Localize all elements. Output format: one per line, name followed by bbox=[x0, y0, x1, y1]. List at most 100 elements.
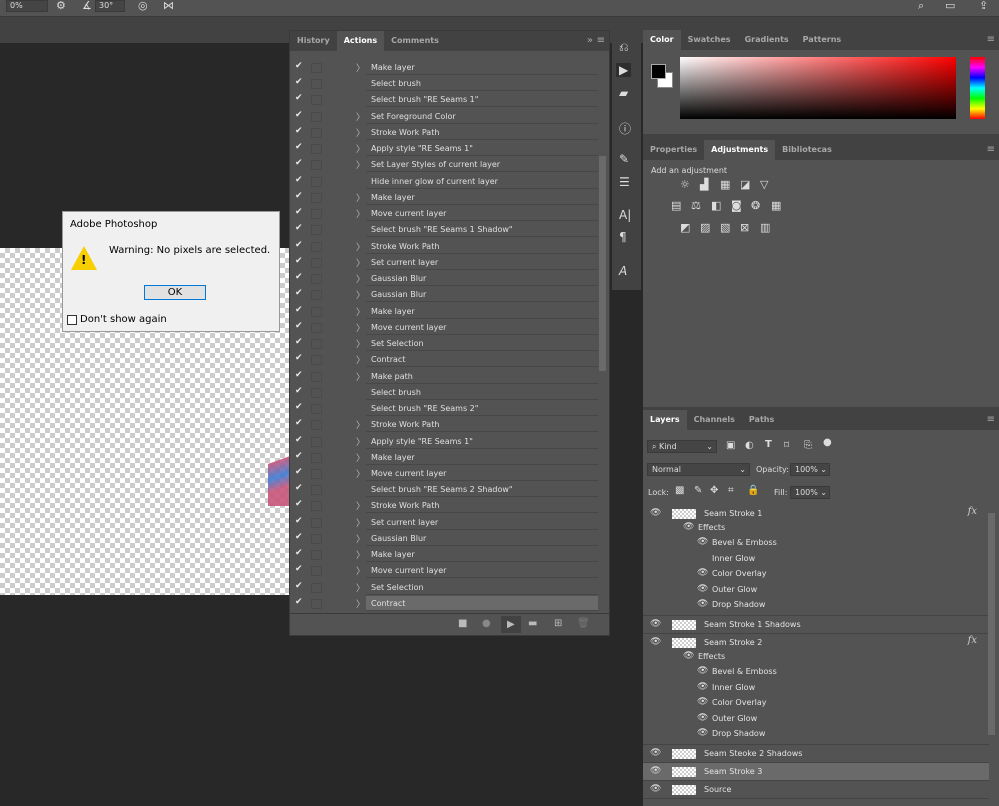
eye-icon[interactable]: 👁 bbox=[650, 508, 661, 518]
layer-row[interactable]: 👁 Seam Stroke 1 fx 👁 Effects 👁 Bevel & Emboss I… bbox=[643, 505, 989, 616]
action-row[interactable]: ✔ 〉 Set Selection bbox=[290, 336, 598, 352]
tab-swatches[interactable]: Swatches bbox=[681, 30, 738, 50]
effect-name[interactable]: Bevel & Emboss bbox=[712, 667, 777, 676]
action-row[interactable]: ✔ Select brush "RE Seams 1" bbox=[290, 92, 598, 108]
chevron-right-icon[interactable]: 〉 bbox=[356, 288, 365, 301]
checkmark-icon[interactable]: ✔ bbox=[295, 61, 303, 71]
chevron-right-icon[interactable]: 〉 bbox=[356, 256, 365, 269]
opacity-input[interactable]: 100% ⌄ bbox=[790, 463, 830, 476]
action-row[interactable]: ✔ 〉 Contract bbox=[290, 352, 598, 368]
effect-name[interactable]: Bevel & Emboss bbox=[712, 538, 777, 547]
chevron-right-icon[interactable]: 〉 bbox=[356, 337, 365, 350]
butterfly-icon[interactable]: ⋈ bbox=[163, 0, 174, 12]
checkmark-icon[interactable]: ✔ bbox=[295, 142, 303, 152]
eye-icon[interactable]: 👁 bbox=[650, 748, 661, 758]
filter-smart-object-icon[interactable]: ⎘ bbox=[804, 440, 812, 451]
checkmark-icon[interactable]: ✔ bbox=[295, 256, 303, 266]
dialog-toggle-box[interactable] bbox=[311, 160, 322, 171]
chevron-right-icon[interactable]: 〉 bbox=[356, 451, 365, 464]
checkmark-icon[interactable]: ✔ bbox=[295, 435, 303, 445]
eye-icon[interactable]: 👁 bbox=[697, 537, 708, 547]
actions-play-icon[interactable]: ▶ bbox=[616, 63, 632, 77]
effect-name[interactable]: Color Overlay bbox=[712, 569, 767, 578]
eye-icon[interactable]: 👁 bbox=[683, 651, 694, 661]
tab-channels[interactable]: Channels bbox=[687, 410, 742, 430]
checkmark-icon[interactable]: ✔ bbox=[295, 418, 303, 428]
checkmark-icon[interactable]: ✔ bbox=[295, 110, 303, 120]
opacity-field[interactable]: 0% bbox=[6, 0, 48, 12]
checkmark-icon[interactable]: ✔ bbox=[295, 370, 303, 380]
checkmark-icon[interactable]: ✔ bbox=[295, 126, 303, 136]
glyphs-icon[interactable]: A bbox=[619, 264, 627, 278]
chevron-right-icon[interactable]: 〉 bbox=[356, 467, 365, 480]
chevron-right-icon[interactable]: 〉 bbox=[356, 142, 365, 155]
dialog-toggle-box[interactable] bbox=[311, 436, 322, 447]
action-row[interactable]: ✔ 〉 Set current layer bbox=[290, 255, 598, 271]
hue-slider[interactable] bbox=[970, 57, 985, 119]
checkmark-icon[interactable]: ✔ bbox=[295, 158, 303, 168]
chevron-right-icon[interactable]: 〉 bbox=[356, 207, 365, 220]
fx-icon[interactable]: fx bbox=[968, 506, 977, 517]
chevron-right-icon[interactable]: 〉 bbox=[356, 597, 365, 610]
dialog-toggle-box[interactable] bbox=[311, 420, 322, 431]
black-white-icon[interactable]: ◧ bbox=[711, 199, 721, 212]
selective-color-icon[interactable]: ⊠ bbox=[740, 221, 749, 234]
dialog-toggle-box[interactable] bbox=[311, 290, 322, 301]
eye-icon[interactable]: 👁 bbox=[697, 697, 708, 707]
chevron-right-icon[interactable]: 〉 bbox=[356, 321, 365, 334]
dialog-toggle-box[interactable] bbox=[311, 517, 322, 528]
filter-shape-icon[interactable]: ⌑ bbox=[784, 440, 789, 451]
dialog-toggle-box[interactable] bbox=[311, 241, 322, 252]
lock-artboard-icon[interactable]: ⌗ bbox=[728, 485, 734, 496]
action-row[interactable]: ✔ Select brush "RE Seams 2 Shadow" bbox=[290, 482, 598, 498]
chevron-right-icon[interactable]: 〉 bbox=[356, 435, 365, 448]
filter-type-icon[interactable]: T bbox=[765, 439, 772, 450]
filter-pixel-icon[interactable]: ▣ bbox=[726, 440, 735, 451]
dialog-toggle-box[interactable] bbox=[311, 176, 322, 187]
action-row[interactable]: ✔ 〉 Set Layer Styles of current layer bbox=[290, 157, 598, 173]
dialog-toggle-box[interactable] bbox=[311, 257, 322, 268]
dialog-toggle-box[interactable] bbox=[311, 79, 322, 90]
eye-icon[interactable]: 👁 bbox=[697, 666, 708, 676]
action-row[interactable]: ✔ 〉 Set Foreground Color bbox=[290, 109, 598, 125]
search-icon[interactable]: ⌕ bbox=[918, 0, 924, 12]
exposure-icon[interactable]: ◪ bbox=[740, 178, 750, 191]
dialog-toggle-box[interactable] bbox=[311, 533, 322, 544]
dialog-toggle-box[interactable] bbox=[311, 274, 322, 285]
action-row[interactable]: ✔ Select brush bbox=[290, 76, 598, 92]
eye-icon[interactable]: 👁 bbox=[697, 584, 708, 594]
action-row[interactable]: ✔ Select brush bbox=[290, 385, 598, 401]
collapse-icon[interactable]: » bbox=[587, 35, 593, 46]
new-set-folder-icon[interactable]: ▬ bbox=[528, 618, 537, 629]
dialog-toggle-box[interactable] bbox=[311, 339, 322, 350]
record-icon[interactable]: ● bbox=[482, 618, 491, 629]
photo-filter-icon[interactable]: ◙ bbox=[731, 199, 742, 212]
tab-paths[interactable]: Paths bbox=[742, 410, 781, 430]
action-row[interactable]: ✔ 〉 Make layer bbox=[290, 304, 598, 320]
tab-comments[interactable]: Comments bbox=[384, 31, 446, 51]
stop-icon[interactable]: ■ bbox=[458, 618, 467, 629]
action-row[interactable]: ✔ 〉 Set Selection bbox=[290, 580, 598, 596]
checkmark-icon[interactable]: ✔ bbox=[295, 191, 303, 201]
effect-name[interactable]: Color Overlay bbox=[712, 698, 767, 707]
dialog-toggle-box[interactable] bbox=[311, 63, 322, 73]
chevron-right-icon[interactable]: 〉 bbox=[356, 353, 365, 366]
action-row[interactable]: ✔ 〉 Move current layer bbox=[290, 466, 598, 482]
comments-icon[interactable]: ▰ bbox=[619, 86, 628, 100]
foreground-color-swatch[interactable] bbox=[651, 64, 666, 79]
action-row[interactable]: ✔ 〉 Make layer bbox=[290, 190, 598, 206]
checkmark-icon[interactable]: ✔ bbox=[295, 77, 303, 87]
chevron-right-icon[interactable]: 〉 bbox=[356, 305, 365, 318]
action-row[interactable]: ✔ 〉 Gaussian Blur bbox=[290, 271, 598, 287]
chevron-right-icon[interactable]: 〉 bbox=[356, 126, 365, 139]
panel-menu-icon[interactable]: ≡ bbox=[987, 414, 995, 425]
effect-name[interactable]: Drop Shadow bbox=[712, 600, 765, 609]
checkmark-icon[interactable]: ✔ bbox=[295, 548, 303, 558]
dialog-toggle-box[interactable] bbox=[311, 371, 322, 382]
fx-icon[interactable]: fx bbox=[968, 635, 977, 646]
brush-settings-icon[interactable]: ✎ bbox=[619, 152, 629, 166]
history-icon[interactable]: ⎌ bbox=[619, 40, 629, 55]
chevron-right-icon[interactable]: 〉 bbox=[356, 418, 365, 431]
tab-bibliotecas[interactable]: Bibliotecas bbox=[775, 140, 839, 160]
gradient-map-icon[interactable]: ▥ bbox=[760, 221, 770, 234]
